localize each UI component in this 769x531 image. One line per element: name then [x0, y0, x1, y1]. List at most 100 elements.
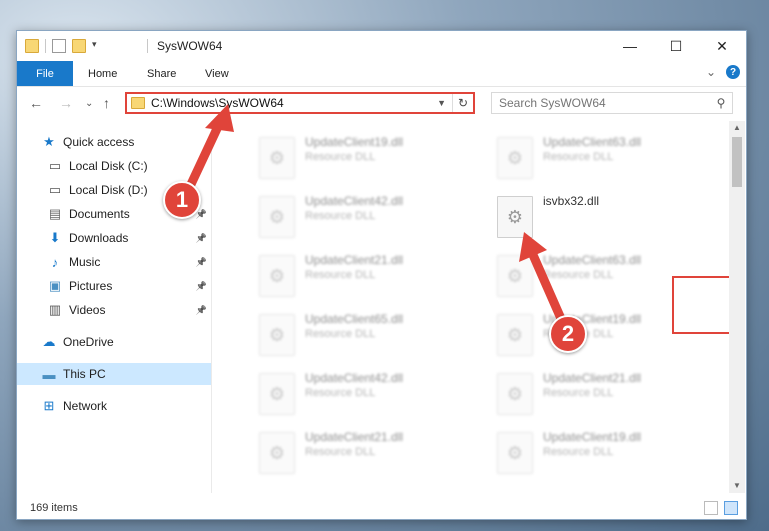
dll-file-icon: ⚙: [259, 432, 295, 474]
network-icon: ⊞: [43, 398, 55, 413]
file-type: Resource DLL: [543, 151, 614, 163]
file-type: Resource DLL: [305, 269, 376, 281]
file-name: UpdateClient63.dll: [543, 253, 642, 267]
minimize-button[interactable]: —: [607, 31, 653, 61]
file-name: UpdateClient21.dll: [305, 430, 404, 444]
file-item[interactable]: ⚙ UpdateClient65.dll Resource DLL: [233, 306, 453, 358]
dll-file-icon: ⚙: [259, 196, 295, 238]
vertical-scrollbar[interactable]: ▲ ▼: [729, 121, 745, 493]
drive-icon: ▭: [48, 182, 62, 197]
file-name: UpdateClient19.dll: [305, 135, 404, 149]
sidebar-item[interactable]: ⊞ Network: [17, 395, 211, 417]
file-item[interactable]: ⚙ isvbx32.dll: [471, 188, 691, 240]
sidebar-item[interactable]: ⬇ Downloads 📌: [17, 227, 211, 249]
sidebar-item-label: This PC: [63, 367, 106, 381]
recent-locations-button[interactable]: ⌄: [85, 98, 93, 109]
dll-file-icon: ⚙: [259, 373, 295, 415]
file-explorer-window: ▾ SysWOW64 — ☐ ✕ File Home Share View ⌄ …: [16, 30, 747, 520]
sidebar-item-label: Local Disk (D:): [69, 183, 148, 197]
pane-divider[interactable]: [211, 121, 212, 493]
pin-icon[interactable]: 📌: [196, 233, 207, 244]
file-item[interactable]: ⚙ UpdateClient21.dll Resource DLL: [471, 365, 691, 417]
file-type: Resource DLL: [305, 446, 376, 458]
sidebar-item[interactable]: ☁ OneDrive: [17, 331, 211, 353]
scroll-up-arrow[interactable]: ▲: [729, 121, 745, 135]
star-icon: ★: [43, 134, 55, 149]
file-item[interactable]: ⚙ UpdateClient63.dll Resource DLL: [471, 129, 691, 181]
folder-icon: [25, 39, 39, 53]
tab-share[interactable]: Share: [147, 61, 176, 86]
tab-home[interactable]: Home: [88, 61, 117, 86]
dll-file-icon: ⚙: [259, 137, 295, 179]
forward-button[interactable]: →: [59, 95, 73, 111]
file-item[interactable]: ⚙ UpdateClient21.dll Resource DLL: [233, 424, 453, 476]
file-name: UpdateClient21.dll: [305, 253, 404, 267]
help-icon[interactable]: ?: [726, 65, 740, 79]
file-list: ⚙ UpdateClient19.dll Resource DLL ⚙ UpdateCl…: [213, 121, 729, 493]
tab-file[interactable]: File: [17, 61, 73, 86]
chevron-down-icon[interactable]: ▼: [437, 98, 446, 108]
dll-file-icon: ⚙: [259, 255, 295, 297]
drive-icon: ▭: [48, 158, 62, 173]
quick-access-toolbar: ▾: [25, 38, 106, 54]
file-item[interactable]: ⚙ UpdateClient21.dll Resource DLL: [233, 247, 453, 299]
scrollbar-thumb[interactable]: [732, 137, 742, 187]
sidebar-item[interactable]: ▣ Pictures 📌: [17, 275, 211, 297]
music-icon: ♪: [51, 254, 59, 270]
sidebar-item-label: Network: [63, 399, 108, 413]
file-name: UpdateClient21.dll: [543, 371, 642, 385]
window-title: SysWOW64: [157, 39, 223, 53]
sidebar-item-label: Local Disk (C:): [69, 159, 148, 173]
scroll-down-arrow[interactable]: ▼: [729, 479, 745, 493]
sidebar-item[interactable]: ▬ This PC: [17, 363, 211, 385]
file-item[interactable]: ⚙ UpdateClient19.dll Resource DLL: [471, 424, 691, 476]
close-button[interactable]: ✕: [699, 31, 745, 61]
sidebar-item[interactable]: ▥ Videos 📌: [17, 299, 211, 321]
file-item[interactable]: ⚙ UpdateClient63.dll Resource DLL: [471, 247, 691, 299]
folder-icon: [131, 97, 145, 109]
file-name: UpdateClient42.dll: [305, 371, 404, 385]
dll-file-icon: ⚙: [497, 314, 533, 356]
sidebar-item[interactable]: ♪ Music 📌: [17, 251, 211, 273]
file-item[interactable]: ⚙ UpdateClient19.dll Resource DLL: [233, 129, 453, 181]
navigation-bar: ← → ⌄ ↑ C:\Windows\SysWOW64 ▼ ↻ ⚲: [17, 87, 746, 119]
large-icons-view-icon[interactable]: [724, 501, 738, 515]
file-name: UpdateClient65.dll: [305, 312, 404, 326]
pin-icon[interactable]: 📌: [196, 281, 207, 292]
videos-icon: ▥: [48, 302, 62, 317]
back-button[interactable]: ←: [29, 95, 43, 111]
sidebar-item-label: Music: [69, 255, 101, 269]
details-view-icon[interactable]: [704, 501, 718, 515]
file-item[interactable]: ⚙ UpdateClient42.dll Resource DLL: [233, 188, 453, 240]
search-icon[interactable]: ⚲: [710, 96, 732, 110]
search-input[interactable]: [492, 95, 710, 111]
refresh-icon[interactable]: ↻: [452, 94, 473, 112]
file-name: isvbx32.dll: [543, 194, 600, 208]
sidebar-item-label: Pictures: [69, 279, 113, 293]
tab-view[interactable]: View: [205, 61, 229, 86]
search-box[interactable]: ⚲: [491, 92, 733, 114]
properties-icon[interactable]: [52, 39, 66, 53]
file-type: Resource DLL: [305, 328, 376, 340]
file-type: Resource DLL: [305, 210, 376, 222]
address-path[interactable]: C:\Windows\SysWOW64: [151, 96, 437, 110]
sidebar-item-label: OneDrive: [63, 335, 114, 349]
customize-toolbar-icon[interactable]: ▾: [92, 39, 106, 53]
dll-file-icon: ⚙: [497, 137, 533, 179]
address-bar[interactable]: C:\Windows\SysWOW64 ▼ ↻: [125, 92, 475, 114]
pin-icon[interactable]: 📌: [196, 305, 207, 316]
pin-icon[interactable]: 📌: [196, 257, 207, 268]
step-2-badge: 2: [549, 315, 587, 353]
file-name: UpdateClient19.dll: [543, 430, 642, 444]
sidebar-item-label: Quick access: [63, 135, 135, 149]
ribbon-tabs: File Home Share View ⌄ ?: [17, 61, 746, 87]
sidebar-item[interactable]: ▭ Local Disk (C:): [17, 155, 211, 177]
up-button[interactable]: ↑: [103, 95, 110, 111]
maximize-button[interactable]: ☐: [653, 31, 699, 61]
file-type: Resource DLL: [305, 387, 376, 399]
sidebar-item[interactable]: ★ Quick access: [17, 131, 211, 153]
chevron-down-icon[interactable]: ⌄: [706, 65, 716, 79]
title-divider: [147, 39, 148, 53]
file-item[interactable]: ⚙ UpdateClient42.dll Resource DLL: [233, 365, 453, 417]
new-folder-icon[interactable]: [72, 39, 86, 53]
